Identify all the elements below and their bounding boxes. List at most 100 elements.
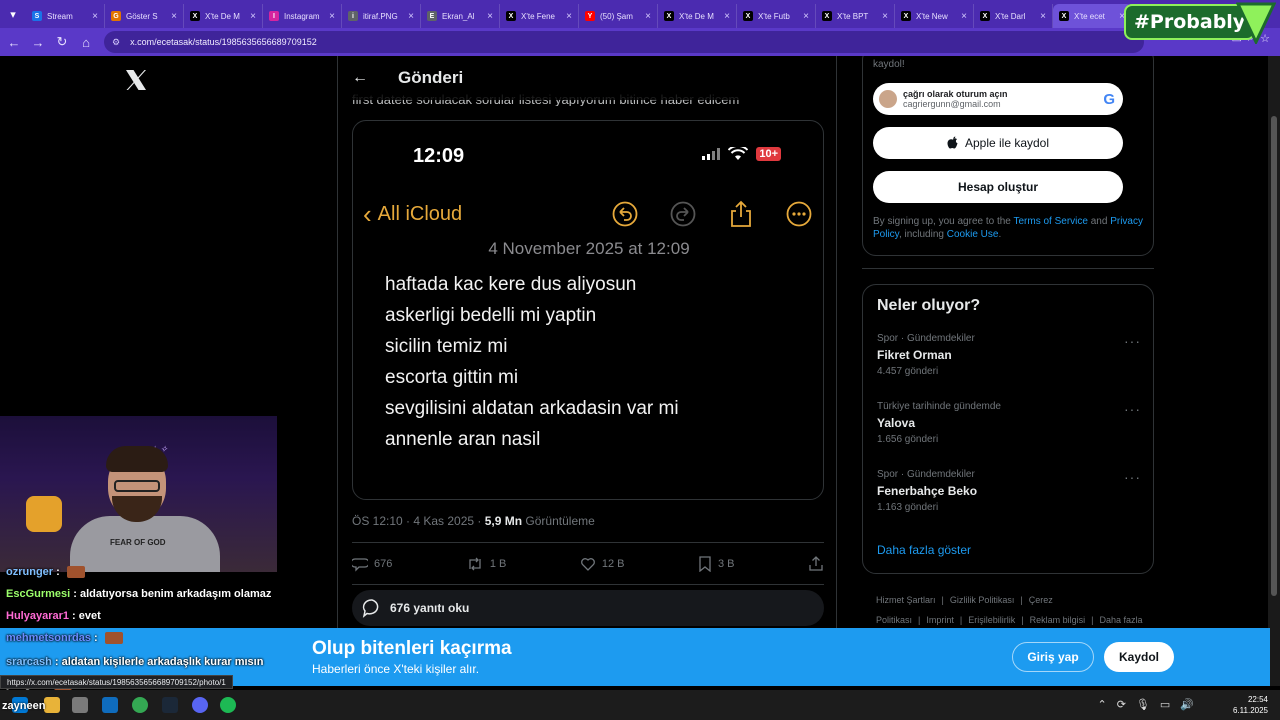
- tab-close-icon[interactable]: ×: [171, 11, 177, 22]
- more-options-icon[interactable]: ···: [1124, 333, 1141, 349]
- chevron-up-icon[interactable]: ⌃: [1097, 698, 1106, 711]
- browser-tab[interactable]: X X'te ecet ×: [1053, 4, 1132, 28]
- discord-icon[interactable]: [192, 697, 208, 713]
- more-options-icon[interactable]: ···: [1124, 469, 1141, 485]
- cookie-use-link[interactable]: Cookie Use: [947, 229, 999, 240]
- tab-close-icon[interactable]: ×: [487, 11, 493, 22]
- clock-time: 22:54: [1247, 695, 1268, 704]
- tab-close-icon[interactable]: ×: [803, 11, 809, 22]
- google-signin-button[interactable]: çağrı olarak oturum açın cagriergunn@gma…: [873, 83, 1123, 115]
- tab-close-icon[interactable]: ×: [724, 11, 730, 22]
- volume-icon[interactable]: 🔊: [1180, 698, 1194, 711]
- tab-close-icon[interactable]: ×: [250, 11, 256, 22]
- store-icon[interactable]: [72, 697, 88, 713]
- signal-icon: [702, 148, 721, 160]
- chat-username: srarcash: [6, 656, 52, 668]
- like-button[interactable]: 12 B: [580, 556, 624, 572]
- trend-name: Fikret Orman: [877, 348, 952, 362]
- browser-tab[interactable]: S Stream ×: [26, 4, 105, 28]
- tab-favicon-icon: i: [348, 11, 358, 21]
- url-field[interactable]: ⚙ x.com/ecetasak/status/1985635656689709…: [104, 31, 1144, 53]
- tab-close-icon[interactable]: ×: [408, 11, 414, 22]
- more-options-icon[interactable]: ···: [1124, 401, 1141, 417]
- repost-button[interactable]: 1 B: [466, 556, 506, 572]
- browser-tab[interactable]: X X'te BPT ×: [816, 4, 895, 28]
- sync-icon[interactable]: ⟳: [1117, 698, 1126, 711]
- post-timestamp[interactable]: ÖS 12:10 · 4 Kas 2025 ·: [352, 514, 485, 528]
- reload-icon[interactable]: ↻: [50, 30, 74, 54]
- tab-close-icon[interactable]: ×: [645, 11, 651, 22]
- browser-tab[interactable]: Y (50) Şam ×: [579, 4, 658, 28]
- footer-link[interactable]: Reklam bilgisi: [1030, 615, 1086, 625]
- browser-tab[interactable]: i itiraf.PNG ×: [342, 4, 421, 28]
- bookmark-button[interactable]: 3 B: [698, 556, 734, 572]
- x-logo-icon[interactable]: [124, 68, 148, 92]
- browser-tab[interactable]: X X'te New ×: [895, 4, 974, 28]
- share-button[interactable]: [808, 556, 824, 572]
- outlook-icon[interactable]: [102, 697, 118, 713]
- tab-label: X'te BPT: [837, 11, 869, 21]
- footer-link[interactable]: Erişilebilirlik: [968, 615, 1015, 625]
- tab-close-icon[interactable]: ×: [329, 11, 335, 22]
- google-account-info: çağrı olarak oturum açın cagriergunn@gma…: [903, 89, 1008, 109]
- footer-link[interactable]: Hizmet Şartları: [876, 595, 936, 605]
- post-image[interactable]: 12:09 10+ ‹ All iCloud 4 November 2025 a…: [352, 120, 824, 500]
- share-icon: [809, 556, 823, 571]
- browser-tab[interactable]: X X'te Darl ×: [974, 4, 1053, 28]
- tab-favicon-icon: X: [1059, 11, 1069, 21]
- reply-button[interactable]: 676: [352, 556, 392, 572]
- probably-logo-icon: [1236, 2, 1276, 44]
- divider: [862, 268, 1154, 269]
- read-replies-button[interactable]: 676 yanıtı oku: [352, 590, 824, 626]
- login-button[interactable]: Giriş yap: [1012, 642, 1094, 672]
- microphone-icon[interactable]: 🎙: [1136, 698, 1150, 711]
- steam-icon[interactable]: [162, 697, 178, 713]
- chat-separator: :: [51, 656, 62, 668]
- tab-close-icon[interactable]: ×: [566, 11, 572, 22]
- spotify-icon[interactable]: [220, 697, 236, 713]
- tab-close-icon[interactable]: ×: [92, 11, 98, 22]
- signup-button[interactable]: Kaydol: [1104, 642, 1174, 672]
- note-line: sevgilisini aldatan arkadasin var mi: [385, 398, 679, 419]
- tab-search-menu[interactable]: ▾: [0, 0, 26, 28]
- tab-favicon-icon: Y: [585, 11, 595, 21]
- forward-icon[interactable]: →: [26, 30, 50, 54]
- back-icon[interactable]: ←: [2, 30, 26, 54]
- browser-tab[interactable]: X X'te Futb ×: [737, 4, 816, 28]
- home-icon[interactable]: ⌂: [74, 30, 98, 54]
- show-more-link[interactable]: Daha fazla göster: [877, 543, 971, 557]
- page-scrollbar[interactable]: [1268, 56, 1280, 686]
- trend-item[interactable]: Türkiye tarihinde gündemde Yalova 1.656 gö…: [877, 401, 1141, 455]
- back-arrow-icon[interactable]: ←: [338, 69, 382, 87]
- footer-link[interactable]: Imprint: [926, 615, 954, 625]
- create-account-button[interactable]: Hesap oluştur: [873, 171, 1123, 203]
- phone-status-icons: 10+: [702, 147, 781, 161]
- browser-tab[interactable]: G Göster S ×: [105, 4, 184, 28]
- scrollbar-thumb[interactable]: [1271, 116, 1277, 596]
- signup-card-text: kaydol!: [873, 59, 905, 70]
- footer-link[interactable]: Gizlilik Politikası: [950, 595, 1015, 605]
- trend-item[interactable]: Spor · Gündemdekiler Fenerbahçe Beko 1.163…: [877, 469, 1141, 523]
- browser-tab[interactable]: E Ekran_Al ×: [421, 4, 500, 28]
- chat-separator: :: [53, 566, 63, 578]
- trend-item[interactable]: Spor · Gündemdekiler Fikret Orman 4.457 gö…: [877, 333, 1141, 387]
- apple-signup-button[interactable]: Apple ile kaydol: [873, 127, 1123, 159]
- browser-tab[interactable]: X X'te De M ×: [658, 4, 737, 28]
- taskbar-clock[interactable]: 22:54 6.11.2025: [1233, 694, 1268, 716]
- browser-tab[interactable]: X X'te Fene ×: [500, 4, 579, 28]
- terms-of-service-link[interactable]: Terms of Service: [1013, 216, 1087, 227]
- browser-tab[interactable]: I Instagram ×: [263, 4, 342, 28]
- trend-category: Spor · Gündemdekiler: [877, 469, 975, 480]
- tab-close-icon[interactable]: ×: [1040, 11, 1046, 22]
- tab-close-icon[interactable]: ×: [961, 11, 967, 22]
- browser-tab[interactable]: X X'te De M ×: [184, 4, 263, 28]
- site-info-icon[interactable]: ⚙: [112, 37, 120, 48]
- system-tray: ⌃ ⟳ 🎙 ▭ 🔊: [1097, 698, 1194, 711]
- chrome-icon[interactable]: [132, 697, 148, 713]
- display-icon[interactable]: ▭: [1160, 698, 1170, 711]
- tab-close-icon[interactable]: ×: [882, 11, 888, 22]
- file-explorer-icon[interactable]: [44, 697, 60, 713]
- tab-label: Stream: [47, 11, 73, 21]
- trend-name: Yalova: [877, 416, 916, 430]
- trend-post-count: 4.457 gönderi: [877, 366, 939, 377]
